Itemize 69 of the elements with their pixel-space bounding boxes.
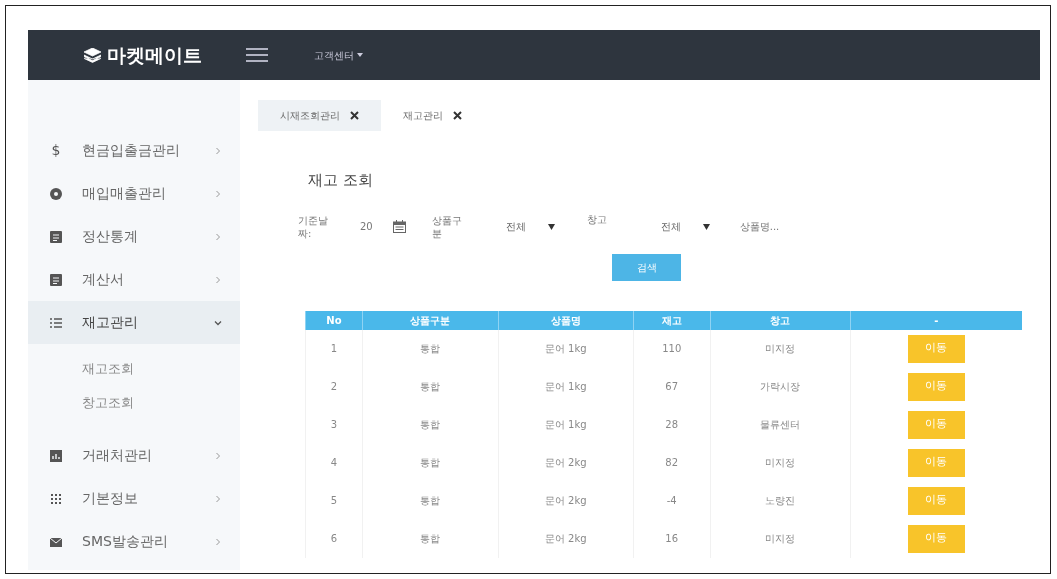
table-cell: 82	[633, 443, 711, 482]
table-cell: 67	[633, 367, 711, 406]
column-header: 상품명	[498, 310, 634, 330]
date-field[interactable]: 20	[360, 219, 373, 234]
table-cell: 문어 2kg	[498, 443, 634, 482]
table-cell: 노량진	[710, 481, 851, 520]
close-icon[interactable]	[453, 111, 462, 120]
sidebar-item[interactable]: 기본정보	[28, 477, 240, 520]
table-cell: -4	[633, 481, 711, 520]
column-header: No	[305, 310, 363, 330]
table-cell: 6	[305, 519, 363, 558]
submenu-item[interactable]: 창고조회	[28, 386, 240, 420]
table-cell: 통합	[362, 405, 499, 444]
sidebar-item[interactable]: $ 현금입출금관리	[28, 129, 240, 172]
table-cell: 4	[305, 443, 363, 482]
warehouse-label: 창고	[586, 212, 607, 227]
table-cell: 5	[305, 481, 363, 520]
table-cell: 미지정	[710, 329, 851, 368]
column-header: 상품구분	[362, 310, 499, 330]
sidebar-item[interactable]: SMS발송관리	[28, 520, 240, 563]
category-label: 상품구분	[431, 213, 462, 240]
caret-icon	[547, 223, 555, 230]
table-cell: 통합	[362, 329, 499, 368]
table-cell: 문어 1kg	[498, 367, 634, 406]
table-cell: 문어 2kg	[498, 519, 634, 558]
table-cell: 110	[633, 329, 711, 368]
table-cell: 3	[305, 405, 363, 444]
table-cell: 1	[305, 329, 363, 368]
table-cell: 문어 1kg	[498, 329, 634, 368]
sidebar-item[interactable]: 재고관리	[28, 301, 240, 344]
table-cell: 가락시장	[710, 367, 851, 406]
table-cell: 16	[633, 519, 711, 558]
table-cell: 문어 1kg	[498, 405, 634, 444]
customer-center-menu[interactable]: 고객센터	[314, 47, 354, 63]
table-cell: 2	[305, 367, 363, 406]
column-header: 재고	[633, 310, 711, 330]
sidebar-item[interactable]: 매입매출관리	[28, 172, 240, 215]
table-cell: 28	[633, 405, 711, 444]
chart-icon	[49, 448, 63, 463]
layers-icon	[84, 47, 101, 63]
disc-icon	[49, 186, 63, 201]
calendar-icon[interactable]	[392, 220, 406, 233]
date-label: 기준날짜:	[298, 213, 329, 240]
page-title: 재고 조회	[308, 170, 374, 191]
table-cell: 문어 2kg	[498, 481, 634, 520]
document-icon	[49, 229, 63, 244]
sidebar-item[interactable]: 계산서	[28, 258, 240, 301]
table-cell: 통합	[362, 443, 499, 482]
table-cell: 통합	[362, 367, 499, 406]
brand-name[interactable]: 마켓메이트	[107, 40, 202, 70]
caret-icon	[702, 223, 710, 230]
sidebar-item[interactable]: 거래처관리	[28, 434, 240, 477]
list-icon	[49, 315, 63, 330]
submenu-item[interactable]: 재고조회	[28, 352, 240, 386]
grid-icon	[49, 491, 63, 506]
sidebar-item[interactable]: 정산통계	[28, 215, 240, 258]
tab[interactable]: 시재조회관리	[258, 100, 381, 131]
table-cell: 통합	[362, 481, 499, 520]
table-cell: 물류센터	[710, 405, 851, 444]
dollar-icon: $	[51, 140, 61, 161]
document-icon	[49, 272, 63, 287]
table-cell: 미지정	[710, 443, 851, 482]
column-header: 창고	[710, 310, 851, 330]
table-cell: 미지정	[710, 519, 851, 558]
column-header: -	[850, 310, 1022, 330]
menu-icon[interactable]	[246, 48, 268, 62]
table-cell: 통합	[362, 519, 499, 558]
close-icon[interactable]	[350, 111, 359, 120]
caret-icon	[357, 53, 363, 57]
